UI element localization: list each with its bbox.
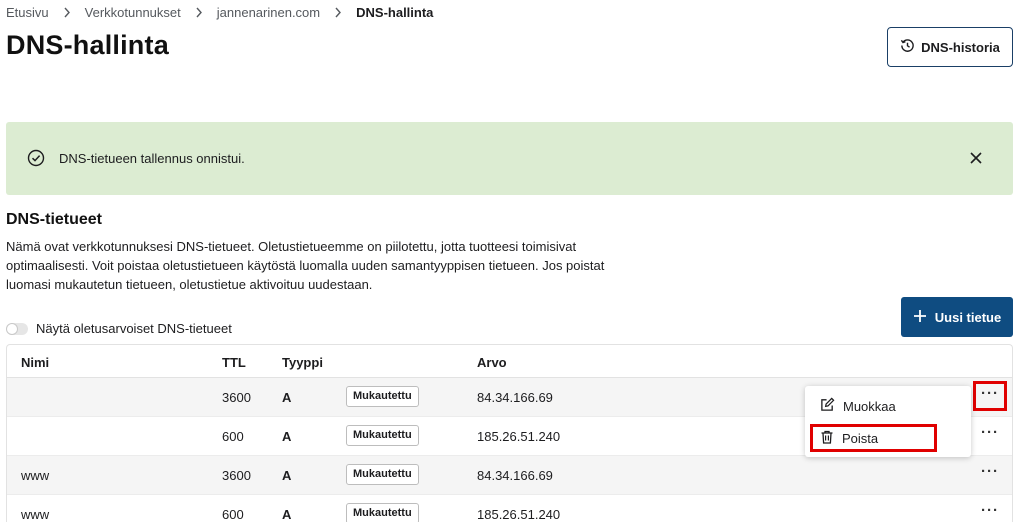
dns-history-label: DNS-historia [921,39,1000,55]
alert-message: DNS-tietueen tallennus onnistui. [59,151,245,166]
default-records-toggle[interactable] [6,322,28,335]
breadcrumb-home[interactable]: Etusivu [6,5,49,20]
custom-badge: Mukautettu [346,503,419,522]
more-actions-button[interactable]: ··· [980,464,1000,484]
cell-ttl: 3600 [222,468,251,483]
cell-ttl: 600 [222,429,244,444]
edit-icon [820,397,835,415]
breadcrumb-domains[interactable]: Verkkotunnukset [85,5,181,20]
page-title: DNS-hallinta [6,30,169,60]
custom-badge: Mukautettu [346,425,419,446]
close-icon[interactable] [968,150,984,171]
toggle-label: Näytä oletusarvoiset DNS-tietueet [36,321,232,336]
chevron-right-icon [63,7,71,18]
header-value: Arvo [477,355,507,370]
cell-name: www [21,507,50,522]
menu-item-edit[interactable]: Muokkaa [805,390,971,422]
dns-history-button[interactable]: DNS-historia [887,27,1013,67]
header-name: Nimi [21,355,50,370]
cell-type: A [282,507,292,522]
row-actions-menu: Muokkaa Poista [805,386,971,457]
breadcrumb: Etusivu Verkkotunnukset jannenarinen.com… [6,3,433,21]
new-record-label: Uusi tietue [934,309,1002,325]
more-actions-button[interactable]: ··· [980,425,1000,445]
table-row: www 600 A Mukautettu 185.26.51.240 ··· [7,495,1012,522]
toggle-knob [7,323,17,334]
cell-type: A [282,390,292,405]
success-alert: DNS-tietueen tallennus onnistui. [6,122,1013,195]
chevron-right-icon [334,7,342,18]
more-actions-button[interactable]: ··· [980,503,1000,522]
breadcrumb-domain[interactable]: jannenarinen.com [217,5,320,20]
new-record-button[interactable]: Uusi tietue [901,297,1013,337]
cell-value: 185.26.51.240 [477,507,561,522]
history-icon [900,38,915,56]
cell-ttl: 600 [222,507,244,522]
menu-edit-label: Muokkaa [843,398,896,414]
cell-type: A [282,468,292,483]
default-records-toggle-row: Näytä oletusarvoiset DNS-tietueet [6,321,232,336]
cell-ttl: 3600 [222,390,251,405]
menu-delete-label: Poista [842,430,879,446]
cell-name: www [21,468,50,483]
breadcrumb-current: DNS-hallinta [356,4,434,20]
custom-badge: Mukautettu [346,464,419,485]
more-actions-button[interactable]: ··· [973,381,1007,411]
section-description: Nämä ovat verkkotunnuksesi DNS-tietueet.… [6,239,605,292]
custom-badge: Mukautettu [346,386,419,407]
section-title: DNS-tietueet [6,211,103,228]
menu-item-delete[interactable]: Poista [805,422,971,454]
header-type: Tyyppi [282,355,323,370]
plus-icon [913,309,927,326]
check-circle-icon [27,149,45,172]
cell-value: 185.26.51.240 [477,429,561,444]
cell-type: A [282,429,292,444]
table-header: Nimi TTL Tyyppi Arvo [7,345,1012,378]
chevron-right-icon [195,7,203,18]
cell-value: 84.34.166.69 [477,468,553,483]
cell-value: 84.34.166.69 [477,390,553,405]
trash-icon [820,430,834,447]
header-ttl: TTL [222,355,246,370]
table-row: www 3600 A Mukautettu 84.34.166.69 ··· [7,456,1012,495]
